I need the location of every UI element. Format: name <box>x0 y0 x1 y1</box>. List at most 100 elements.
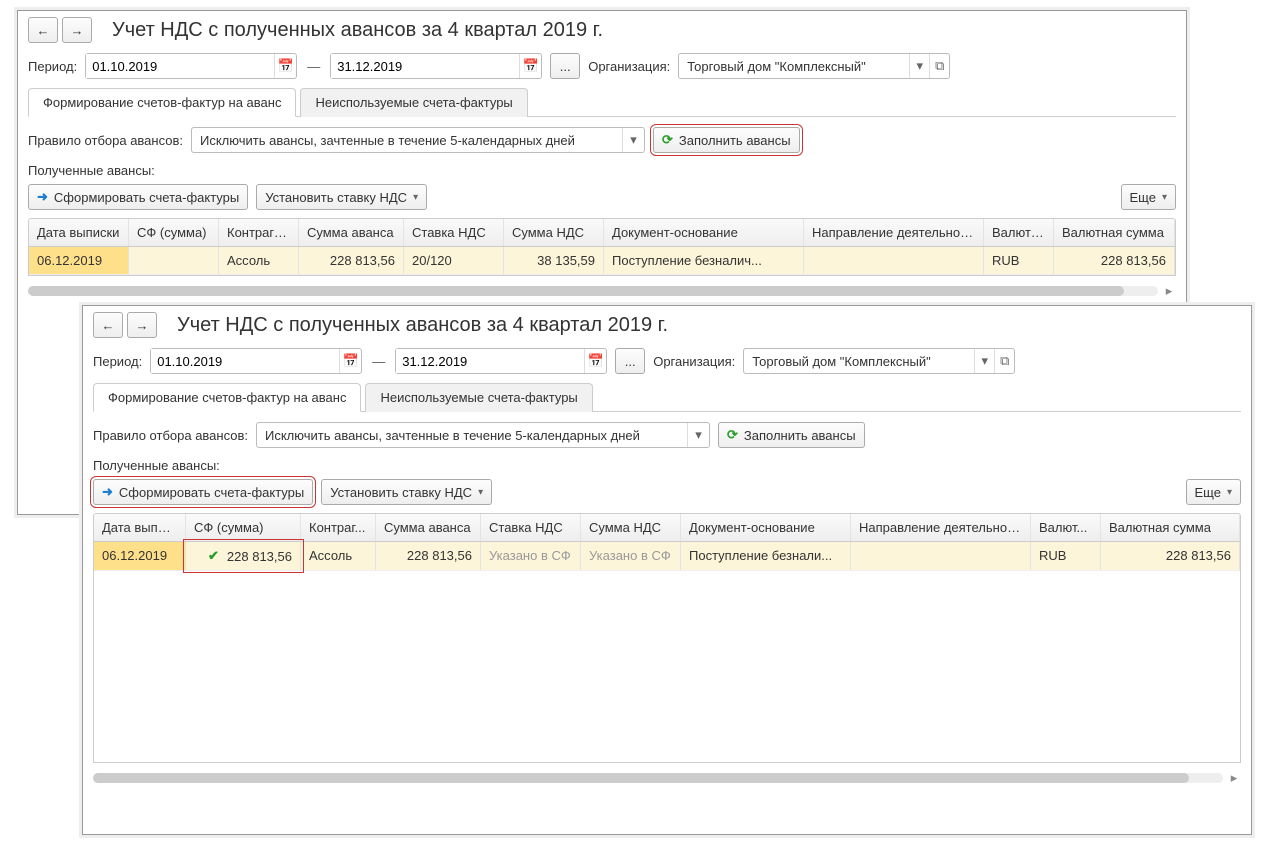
fill-advances-button[interactable]: ⟳ Заполнить авансы <box>718 422 865 448</box>
col-docbase[interactable]: Документ-основание <box>604 219 804 246</box>
chevron-down-icon: ▾ <box>478 487 483 498</box>
col-sf[interactable]: СФ (сумма) <box>186 514 301 541</box>
tab-unused-invoices[interactable]: Неиспользуемые счета-фактуры <box>300 88 527 117</box>
scroll-right-icon[interactable]: ▸ <box>1162 284 1176 298</box>
chevron-down-icon[interactable]: ▾ <box>622 128 644 152</box>
col-cursum[interactable]: Валютная сумма <box>1054 219 1175 246</box>
col-currency[interactable]: Валюта... <box>984 219 1054 246</box>
chevron-down-icon[interactable]: ▾ <box>909 54 929 78</box>
col-sf[interactable]: СФ (сумма) <box>129 219 219 246</box>
page-title: Учет НДС с полученных авансов за 4 кварт… <box>167 314 668 337</box>
set-vat-rate-button[interactable]: Установить ставку НДС ▾ <box>321 479 492 505</box>
col-sum[interactable]: Сумма аванса <box>376 514 481 541</box>
open-external-icon[interactable]: ⧉ <box>929 54 949 78</box>
col-date[interactable]: Дата выписки <box>94 514 186 541</box>
h-scrollbar[interactable] <box>28 286 1158 296</box>
cell-currency: RUB <box>984 247 1054 274</box>
cell-date: 06.12.2019 <box>94 542 186 570</box>
table-header: Дата выписки СФ (сумма) Контраг... Сумма… <box>94 514 1240 542</box>
period-to-field[interactable]: 📅 <box>395 348 607 374</box>
period-to-input[interactable] <box>331 54 519 78</box>
col-vatrate[interactable]: Ставка НДС <box>404 219 504 246</box>
rule-label: Правило отбора авансов: <box>93 428 248 443</box>
period-to-input[interactable] <box>396 349 584 373</box>
cell-docbase: Поступление безнали... <box>681 542 851 570</box>
period-from-input[interactable] <box>151 349 339 373</box>
cell-sum: 228 813,56 <box>376 542 481 570</box>
table-row[interactable]: 06.12.2019 ✔ 228 813,56 Ассоль 228 813,5… <box>94 542 1240 571</box>
more-button[interactable]: Еще ▾ <box>1186 479 1241 505</box>
cell-sf-sum: 228 813,56 <box>227 549 292 564</box>
col-sum[interactable]: Сумма аванса <box>299 219 404 246</box>
tab-form-invoices[interactable]: Формирование счетов-фактур на аванс <box>93 383 361 412</box>
calendar-icon[interactable]: 📅 <box>339 349 361 373</box>
org-label: Организация: <box>653 354 735 369</box>
advances-table: Дата выписки СФ (сумма) Контраг... Сумма… <box>93 513 1241 763</box>
refresh-icon: ⟳ <box>727 427 738 443</box>
tab-form-invoices[interactable]: Формирование счетов-фактур на аванс <box>28 88 296 117</box>
h-scrollbar[interactable] <box>93 773 1223 783</box>
page-title: Учет НДС с полученных авансов за 4 кварт… <box>102 19 603 42</box>
chevron-down-icon[interactable]: ▾ <box>974 349 994 373</box>
h-scroll-thumb[interactable] <box>93 773 1189 783</box>
cell-sf <box>129 247 219 274</box>
period-dash: — <box>370 354 387 369</box>
org-label: Организация: <box>588 59 670 74</box>
col-activity[interactable]: Направление деятельности <box>804 219 984 246</box>
nav-forward-button[interactable]: → <box>62 17 92 43</box>
generate-sf-button[interactable]: ➜ Сформировать счета-фактуры <box>28 184 248 210</box>
col-activity[interactable]: Направление деятельности <box>851 514 1031 541</box>
nav-back-button[interactable]: ← <box>93 312 123 338</box>
col-vatrate[interactable]: Ставка НДС <box>481 514 581 541</box>
rule-select[interactable]: Исключить авансы, зачтенные в течение 5-… <box>191 127 645 153</box>
chevron-down-icon: ▾ <box>1227 487 1232 498</box>
cell-sum: 228 813,56 <box>299 247 404 274</box>
cell-docbase: Поступление безналич... <box>604 247 804 274</box>
more-button[interactable]: Еще ▾ <box>1121 184 1176 210</box>
period-from-field[interactable]: 📅 <box>85 53 297 79</box>
period-from-field[interactable]: 📅 <box>150 348 362 374</box>
arrow-right-icon: ➜ <box>102 484 113 500</box>
period-picker-button[interactable]: ... <box>615 348 645 374</box>
nav-forward-button[interactable]: → <box>127 312 157 338</box>
col-vatsum[interactable]: Сумма НДС <box>504 219 604 246</box>
cell-activity <box>804 247 984 274</box>
nav-back-button[interactable]: ← <box>28 17 58 43</box>
org-select[interactable]: Торговый дом "Комплексный" ▾ ⧉ <box>678 53 950 79</box>
arrow-right-icon: → <box>136 318 149 333</box>
received-advances-label: Полученные авансы: <box>83 452 1251 475</box>
col-date[interactable]: Дата выписки <box>29 219 129 246</box>
calendar-icon[interactable]: 📅 <box>274 54 296 78</box>
calendar-icon[interactable]: 📅 <box>584 349 606 373</box>
period-picker-button[interactable]: ... <box>550 53 580 79</box>
period-from-input[interactable] <box>86 54 274 78</box>
open-external-icon[interactable]: ⧉ <box>994 349 1014 373</box>
cell-vatrate: 20/120 <box>404 247 504 274</box>
cell-contragent: Ассоль <box>301 542 376 570</box>
chevron-down-icon[interactable]: ▾ <box>687 423 709 447</box>
rule-select[interactable]: Исключить авансы, зачтенные в течение 5-… <box>256 422 710 448</box>
calendar-icon[interactable]: 📅 <box>519 54 541 78</box>
period-to-field[interactable]: 📅 <box>330 53 542 79</box>
arrow-left-icon: ← <box>37 23 50 38</box>
check-icon: ✔ <box>208 548 219 564</box>
set-vat-rate-button[interactable]: Установить ставку НДС ▾ <box>256 184 427 210</box>
cell-contragent: Ассоль <box>219 247 299 274</box>
h-scroll-thumb[interactable] <box>28 286 1124 296</box>
chevron-down-icon: ▾ <box>1162 192 1167 203</box>
col-currency[interactable]: Валют... <box>1031 514 1101 541</box>
generate-sf-button[interactable]: ➜ Сформировать счета-фактуры <box>93 479 313 505</box>
scroll-right-icon[interactable]: ▸ <box>1227 771 1241 785</box>
period-label: Период: <box>93 354 142 369</box>
fill-advances-button[interactable]: ⟳ Заполнить авансы <box>653 127 800 153</box>
col-contragent[interactable]: Контрагент <box>219 219 299 246</box>
col-vatsum[interactable]: Сумма НДС <box>581 514 681 541</box>
advances-table: Дата выписки СФ (сумма) Контрагент Сумма… <box>28 218 1176 276</box>
table-row[interactable]: 06.12.2019 Ассоль 228 813,56 20/120 38 1… <box>29 247 1175 275</box>
col-contragent[interactable]: Контраг... <box>301 514 376 541</box>
col-cursum[interactable]: Валютная сумма <box>1101 514 1240 541</box>
col-docbase[interactable]: Документ-основание <box>681 514 851 541</box>
org-select[interactable]: Торговый дом "Комплексный" ▾ ⧉ <box>743 348 1015 374</box>
cell-activity <box>851 542 1031 570</box>
tab-unused-invoices[interactable]: Неиспользуемые счета-фактуры <box>365 383 592 412</box>
